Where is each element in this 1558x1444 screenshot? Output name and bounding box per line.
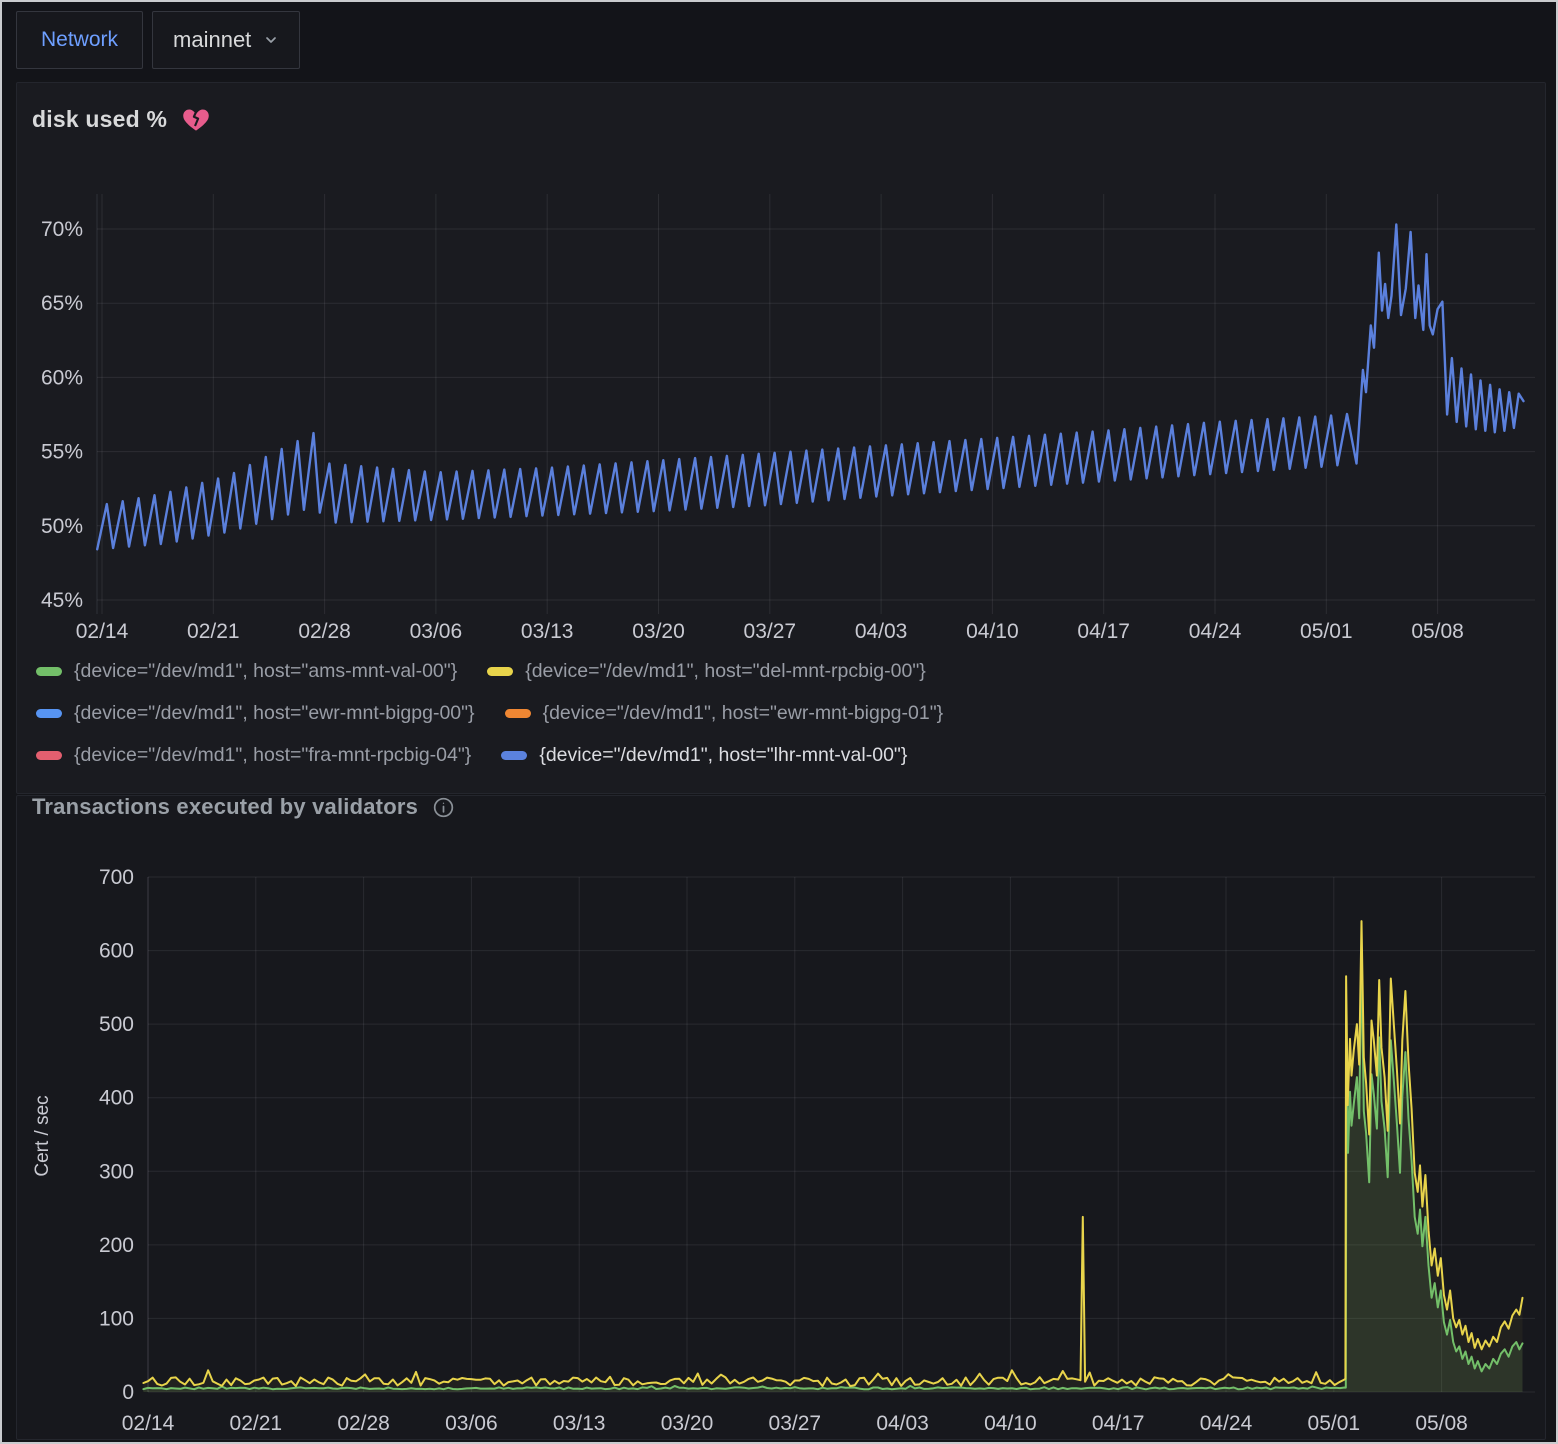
disk-x-tick: 05/01 — [1300, 620, 1353, 643]
tx-x-tick: 04/10 — [984, 1412, 1037, 1435]
disk-y-tick: 45% — [41, 589, 83, 612]
network-variable-dropdown[interactable]: mainnet — [152, 11, 300, 69]
tx-y-axis-label: Cert / sec — [32, 1095, 53, 1176]
disk-x-tick: 04/24 — [1189, 620, 1242, 643]
disk-x-tick: 02/21 — [187, 620, 240, 643]
tx-y-tick: 0 — [122, 1381, 134, 1404]
disk-y-tick: 65% — [41, 292, 83, 315]
tx-x-tick: 02/28 — [337, 1412, 390, 1435]
network-variable-label-text: Network — [41, 28, 118, 52]
legend-label: {device="/dev/md1", host="ams-mnt-val-00… — [74, 660, 457, 683]
legend-swatch-icon — [36, 667, 62, 676]
tx-y-tick: 300 — [99, 1160, 134, 1183]
tx-y-tick: 100 — [99, 1307, 134, 1330]
disk-y-tick: 70% — [41, 218, 83, 241]
validators-yellow-line — [143, 921, 1522, 1386]
disk-used-chart-canvas[interactable]: 02/14 02/21 02/28 03/06 03/13 03/20 03/27 04/03… — [2, 82, 1558, 654]
info-circle-icon[interactable] — [432, 796, 455, 819]
disk-x-tick: 03/13 — [521, 620, 574, 643]
tx-y-tick: 200 — [99, 1234, 134, 1257]
tx-y-tick: 500 — [99, 1013, 134, 1036]
legend-swatch-icon — [487, 667, 513, 676]
legend-swatch-icon — [505, 709, 531, 718]
legend-item-4[interactable]: {device="/dev/md1", host="fra-mnt-rpcbig… — [36, 744, 471, 767]
disk-x-tick: 04/03 — [855, 620, 908, 643]
tx-x-tick: 05/01 — [1308, 1412, 1361, 1435]
disk-x-tick: 02/28 — [298, 620, 351, 643]
tx-grid — [148, 877, 1535, 1392]
network-variable-value: mainnet — [173, 27, 251, 53]
validators-yellow-fill — [143, 921, 1522, 1392]
chevron-down-icon — [263, 32, 279, 48]
legend-item-5[interactable]: {device="/dev/md1", host="lhr-mnt-val-00… — [501, 744, 907, 767]
network-variable-label: Network — [16, 11, 143, 69]
legend-item-2[interactable]: {device="/dev/md1", host="ewr-mnt-bigpg-… — [36, 702, 475, 725]
tx-x-tick: 02/21 — [230, 1412, 283, 1435]
legend-label: {device="/dev/md1", host="lhr-mnt-val-00… — [539, 744, 907, 767]
disk-y-tick: 55% — [41, 441, 83, 464]
tx-y-tick: 400 — [99, 1087, 134, 1110]
legend-item-3[interactable]: {device="/dev/md1", host="ewr-mnt-bigpg-… — [505, 702, 944, 725]
grafana-dashboard: Network mainnet disk used % Transactions… — [0, 0, 1558, 1444]
tx-x-tick: 03/13 — [553, 1412, 606, 1435]
legend-item-0[interactable]: {device="/dev/md1", host="ams-mnt-val-00… — [36, 660, 457, 683]
disk-y-tick: 60% — [41, 366, 83, 389]
disk-x-tick: 05/08 — [1411, 620, 1464, 643]
disk-grid — [97, 194, 1535, 614]
legend-swatch-icon — [501, 751, 527, 760]
legend-label: {device="/dev/md1", host="fra-mnt-rpcbig… — [74, 744, 471, 767]
disk-y-tick: 50% — [41, 515, 83, 538]
tx-x-tick: 03/20 — [661, 1412, 714, 1435]
tx-x-tick: 05/08 — [1415, 1412, 1468, 1435]
transactions-chart-canvas[interactable]: 02/14 02/21 02/28 03/06 03/13 03/20 03/27 04/03… — [2, 842, 1558, 1444]
disk-x-tick: 03/06 — [410, 620, 463, 643]
disk-x-tick: 03/27 — [744, 620, 797, 643]
disk-series-line — [97, 225, 1523, 550]
legend-label: {device="/dev/md1", host="ewr-mnt-bigpg-… — [74, 702, 475, 725]
tx-x-tick: 03/27 — [769, 1412, 822, 1435]
disk-chart-legend: {device="/dev/md1", host="ams-mnt-val-00… — [36, 660, 1356, 767]
disk-x-tick: 03/20 — [632, 620, 685, 643]
validators-green-fill — [143, 952, 1522, 1392]
legend-label: {device="/dev/md1", host="del-mnt-rpcbig… — [525, 660, 926, 683]
disk-x-tick: 02/14 — [76, 620, 129, 643]
disk-x-tick: 04/10 — [966, 620, 1019, 643]
tx-y-tick: 700 — [99, 866, 134, 889]
legend-item-1[interactable]: {device="/dev/md1", host="del-mnt-rpcbig… — [487, 660, 926, 683]
tx-x-tick: 03/06 — [445, 1412, 498, 1435]
tx-x-tick: 02/14 — [122, 1412, 175, 1435]
validators-green-line — [143, 952, 1522, 1389]
legend-swatch-icon — [36, 709, 62, 718]
tx-x-tick: 04/24 — [1200, 1412, 1253, 1435]
tx-y-tick: 600 — [99, 940, 134, 963]
transactions-panel-title[interactable]: Transactions executed by validators — [32, 794, 418, 820]
tx-x-tick: 04/17 — [1092, 1412, 1145, 1435]
legend-label: {device="/dev/md1", host="ewr-mnt-bigpg-… — [543, 702, 944, 725]
legend-swatch-icon — [36, 751, 62, 760]
variable-toolbar: Network mainnet — [2, 2, 1556, 80]
disk-x-tick: 04/17 — [1077, 620, 1130, 643]
tx-x-tick: 04/03 — [876, 1412, 929, 1435]
